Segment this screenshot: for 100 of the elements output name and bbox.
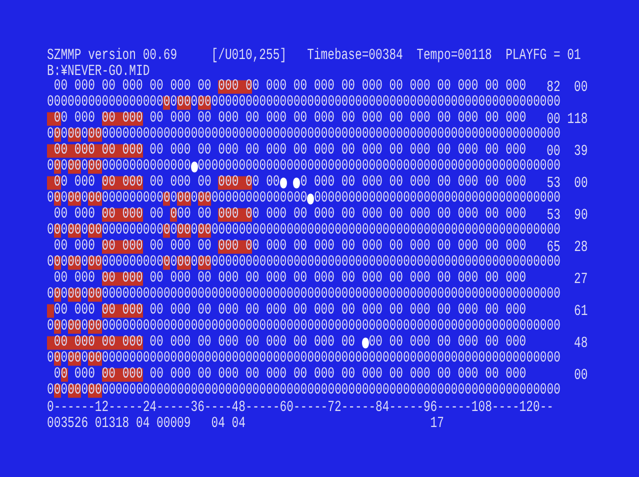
piano-keys: 00 000 bbox=[54, 304, 102, 318]
piano-keys: 0 bbox=[190, 256, 198, 270]
piano-keys: 000000000000000000000000000000000000 bbox=[314, 192, 561, 206]
piano-keys: 00 bbox=[88, 256, 102, 270]
piano-keys: 00 bbox=[142, 208, 170, 222]
piano-keys: 0 bbox=[47, 112, 61, 126]
piano-keys: 00 000 00 000 00 000 00 000 00 000 00 000 00 000 00 000 bbox=[142, 368, 526, 382]
piano-keys: 00 000 00 000 00 000 00 bbox=[47, 80, 218, 94]
channel-value: 28 bbox=[573, 238, 588, 256]
playfg-label: PLAYFG = 01 bbox=[506, 46, 581, 64]
piano-keys: 00 bbox=[68, 352, 82, 366]
piano-keys: 00 000 00 000 bbox=[47, 336, 143, 350]
status-value: 17 bbox=[430, 414, 444, 432]
timebase-label: Timebase=00384 bbox=[307, 46, 404, 64]
piano-keys: 0 bbox=[81, 192, 88, 206]
piano-keys: 00 bbox=[88, 288, 102, 302]
channel-value: 90 bbox=[573, 206, 588, 224]
piano-keys: 0 bbox=[170, 96, 178, 110]
piano-keys: 0 bbox=[81, 160, 88, 174]
piano-keys: 0 bbox=[47, 128, 54, 142]
program-version: SZMMP version 00.69 bbox=[47, 46, 178, 64]
piano-keys: 0 bbox=[47, 224, 54, 238]
piano-keys: 0 bbox=[81, 320, 88, 334]
note-dot bbox=[190, 161, 198, 173]
piano-keys: 00 bbox=[88, 320, 102, 334]
piano-keys: 0 bbox=[54, 160, 61, 174]
piano-keys: 0 bbox=[60, 320, 68, 334]
piano-keys: 0 bbox=[163, 192, 170, 206]
range-label: [/U010,255] bbox=[211, 46, 288, 64]
piano-keys: 0 bbox=[54, 192, 61, 206]
piano-keys: 00 bbox=[68, 256, 82, 270]
piano-keys: 00 bbox=[68, 288, 82, 302]
piano-keys: 00 000 bbox=[47, 208, 102, 222]
piano-keys: 0 bbox=[60, 288, 68, 302]
piano-keys: 00 bbox=[68, 320, 82, 334]
piano-keys: 0 bbox=[47, 352, 54, 366]
piano-keys: 0 bbox=[47, 192, 54, 206]
piano-keys: 00 000 00 000 00 000 00 000 00 000 00 000 00 000 00 000 bbox=[142, 112, 526, 126]
piano-keys: 0 bbox=[47, 320, 54, 334]
piano-keys: 0000000000000000000000000000000000000000000000000000000000000000000 bbox=[102, 320, 560, 334]
piano-keys: 000 0 bbox=[218, 240, 252, 254]
piano-keys: 00 00 bbox=[177, 208, 218, 222]
piano-keys: 00 000 bbox=[102, 176, 143, 190]
piano-keys: 0 000 bbox=[60, 112, 102, 126]
channel-value: 118 bbox=[566, 110, 588, 128]
channel-value: 65 bbox=[546, 238, 560, 256]
piano-keys: 00 bbox=[198, 192, 212, 206]
note-dot bbox=[362, 337, 369, 349]
piano-keys: 00 000 bbox=[47, 272, 102, 286]
piano-keys: 0 bbox=[47, 160, 54, 174]
status-counters: 003526 01318 04 00009 04 04 bbox=[47, 414, 247, 432]
piano-keys: 00 000 bbox=[102, 112, 143, 126]
piano-keys: 000000000 bbox=[102, 256, 164, 270]
piano-keys: 0 bbox=[81, 352, 88, 366]
piano-keys: 00 bbox=[198, 96, 212, 110]
piano-keys: 00 bbox=[198, 224, 212, 238]
piano-keys: 0 00 bbox=[252, 176, 280, 190]
piano-keys: 00 000 bbox=[102, 240, 143, 254]
piano-keys: 0 bbox=[81, 288, 88, 302]
piano-keys: 00 bbox=[68, 384, 82, 398]
piano-keys: 0000000000000000000000000000000000000000000000000000000000000000000 bbox=[102, 128, 560, 142]
piano-keys: 0 bbox=[54, 288, 61, 302]
piano-keys: 00 bbox=[177, 96, 191, 110]
piano-keys: 0000000000000000000000000000000000000000000000000000000000000000000 bbox=[102, 288, 560, 302]
piano-keys: 0000000000000 bbox=[102, 160, 191, 174]
piano-keys: 0 bbox=[170, 208, 178, 222]
piano-keys: 0 bbox=[163, 96, 170, 110]
piano-keys: 000 bbox=[68, 368, 102, 382]
note-dot bbox=[307, 193, 314, 205]
piano-keys: 0 bbox=[47, 288, 54, 302]
piano-keys: 0 bbox=[163, 224, 170, 238]
piano-keys: 000000000 bbox=[102, 224, 164, 238]
channel-value: 53 bbox=[546, 206, 560, 224]
piano-keys: 0 000 00 000 00 000 00 000 00 000 bbox=[300, 176, 526, 190]
piano-keys: 00 000 bbox=[102, 272, 143, 286]
piano-keys: 00 bbox=[177, 192, 191, 206]
piano-keys: 000 0 bbox=[218, 208, 252, 222]
channel-value: 00 bbox=[573, 78, 588, 96]
piano-keys: 0 bbox=[54, 384, 61, 398]
piano-keys: 00 bbox=[88, 224, 102, 238]
piano-keys: 0 000 00 000 00 000 00 000 00 000 00 000 bbox=[252, 80, 526, 94]
channel-value: 53 bbox=[546, 174, 560, 192]
piano-keys: 00 bbox=[88, 384, 102, 398]
piano-keys: 0 bbox=[60, 128, 68, 142]
channel-value: 39 bbox=[573, 142, 588, 160]
piano-keys: 00 bbox=[68, 224, 82, 238]
piano-keys: 0 bbox=[170, 256, 178, 270]
piano-keys: 0 bbox=[60, 368, 68, 382]
piano-keys: 00 000 00 000 00 000 00 000 00 000 00 000 00 000 00 000 bbox=[142, 272, 526, 286]
piano-keys: 0 bbox=[54, 320, 61, 334]
piano-keys: 0 bbox=[60, 224, 68, 238]
piano-keys: 00000000000000000000000000000000000000000000000000000 bbox=[198, 160, 560, 174]
note-ruler: 0------12-----24-----36----48-----60-----72-----84-----96-----108----120-- bbox=[47, 398, 554, 416]
note-dot bbox=[293, 177, 300, 189]
channel-value: 82 bbox=[546, 78, 560, 96]
piano-keys: 0 bbox=[54, 128, 61, 142]
piano-keys: 0 000 00 000 00 000 00 000 00 000 00 000 bbox=[252, 208, 526, 222]
piano-keys: 000 0 bbox=[218, 176, 252, 190]
piano-keys: 00 bbox=[88, 128, 102, 142]
piano-keys: 00 000 bbox=[47, 240, 102, 254]
